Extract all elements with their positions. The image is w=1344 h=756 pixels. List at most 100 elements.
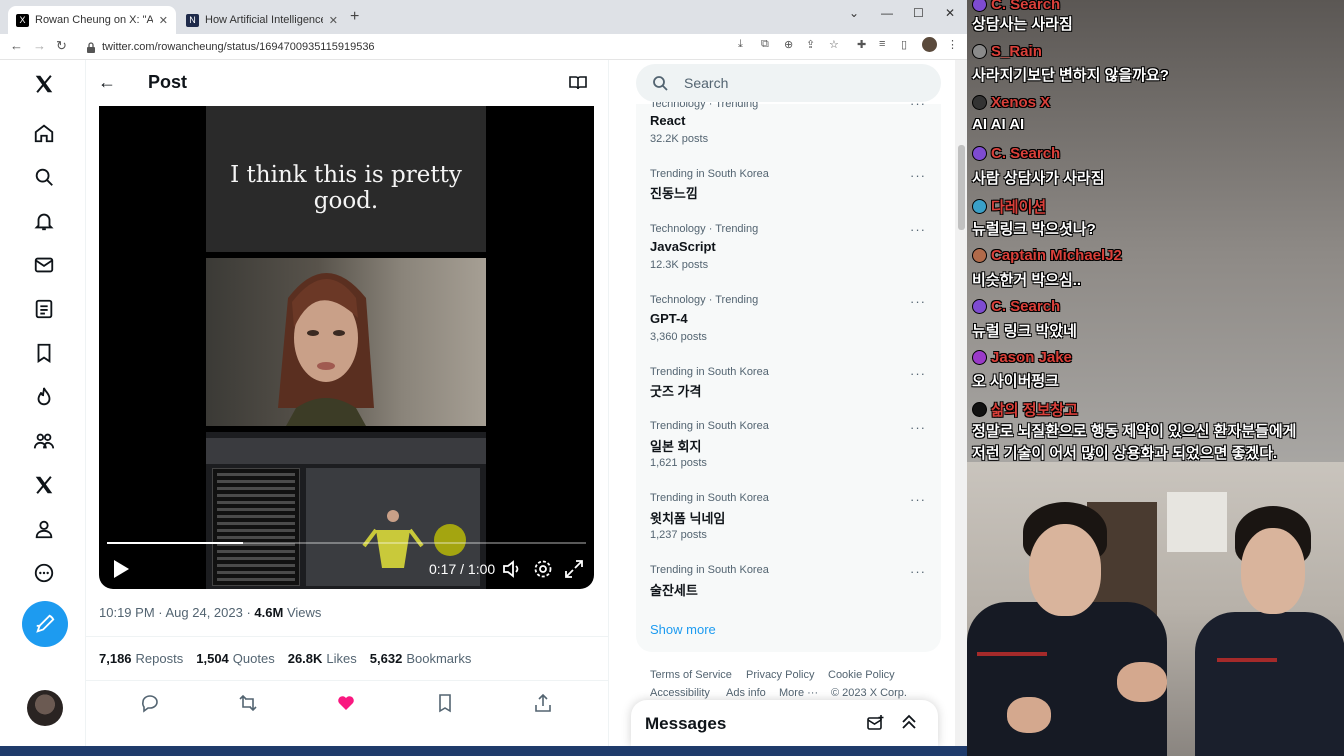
new-tab-button[interactable]: +: [350, 8, 359, 26]
profile-icon[interactable]: [32, 517, 56, 541]
tab-search-icon[interactable]: ⌄: [849, 6, 859, 20]
video-player[interactable]: I think this is pretty good. 0:17 / 1:00: [99, 106, 594, 589]
bookmarks-stat[interactable]: 5,632 Bookmarks: [370, 651, 472, 666]
maximize-button[interactable]: ☐: [913, 6, 924, 20]
back-icon[interactable]: ←: [10, 38, 23, 53]
editor-log-panel: [212, 468, 300, 586]
trend-category: Trending in South Korea: [650, 420, 769, 432]
close-tab-icon[interactable]: ✕: [329, 14, 338, 27]
post-time: 10:19 PM: [99, 605, 155, 620]
terms-link[interactable]: Terms of Service: [650, 669, 732, 681]
fullscreen-icon[interactable]: [563, 558, 585, 580]
trend-more-icon[interactable]: ···: [910, 366, 926, 381]
likes-stat[interactable]: 26.8K Likes: [288, 651, 357, 666]
x-logo-icon[interactable]: [32, 72, 56, 96]
volume-icon[interactable]: [501, 558, 523, 580]
close-tab-icon[interactable]: ✕: [159, 14, 168, 27]
notifications-icon[interactable]: [32, 209, 56, 233]
trend-category: Technology · Trending: [650, 223, 759, 235]
ads-info-link[interactable]: Ads info: [726, 687, 766, 699]
minimize-button[interactable]: —: [881, 6, 893, 20]
compose-post-button[interactable]: [22, 601, 68, 647]
trend-more-icon[interactable]: ···: [910, 420, 926, 435]
communities-icon[interactable]: [32, 429, 56, 453]
trend-count: 32.2K posts: [650, 133, 709, 145]
chat-message: 저런 기술이 어서 많이 상용화과 되었으면 좋겠다.: [972, 445, 1278, 462]
user-badge-icon: [972, 0, 987, 12]
avatar-face-frame: [206, 258, 486, 426]
browser-menu-icon[interactable]: ⋮: [947, 38, 958, 51]
install-icon[interactable]: ⤓: [738, 38, 743, 51]
like-heart-icon[interactable]: [336, 693, 356, 713]
webcam-feed: [967, 462, 1344, 756]
reload-icon[interactable]: ↻: [56, 38, 67, 54]
reader-mode-icon[interactable]: [568, 74, 588, 92]
premium-icon[interactable]: [32, 473, 56, 497]
trend-count: 3,360 posts: [650, 331, 707, 343]
trend-name: 윗치폼 닉네임: [650, 511, 726, 526]
extensions-icon[interactable]: ✚: [857, 38, 866, 51]
url-field[interactable]: twitter.com/rowancheung/status/169470093…: [80, 37, 960, 57]
bookmark-icon[interactable]: [435, 693, 455, 713]
messages-icon[interactable]: [32, 253, 56, 277]
trend-more-icon[interactable]: ···: [910, 168, 926, 183]
reposts-stat[interactable]: 7,186 Reposts: [99, 651, 183, 666]
zoom-icon[interactable]: ⊕: [784, 38, 793, 51]
tab-ai-article[interactable]: N How Artificial Intelligence Gave ✕: [178, 6, 346, 34]
lock-icon: [87, 41, 95, 53]
more-icon[interactable]: [32, 561, 56, 585]
search-input[interactable]: [636, 64, 941, 102]
trend-more-icon[interactable]: ···: [910, 564, 926, 579]
chat-username: C. Search: [972, 0, 1060, 13]
copyright: © 2023 X Corp.: [831, 687, 907, 699]
video-progress-bar[interactable]: [107, 542, 586, 544]
media-icon[interactable]: ≡: [879, 38, 885, 50]
messages-drawer[interactable]: Messages: [631, 700, 938, 746]
column-divider: [85, 60, 86, 746]
profile-avatar-icon[interactable]: [922, 37, 937, 52]
share-icon[interactable]: ⇪: [806, 38, 815, 51]
accessibility-link[interactable]: Accessibility: [650, 687, 710, 699]
translate-icon[interactable]: ⧉: [761, 38, 769, 51]
trend-category: Trending in South Korea: [650, 366, 769, 378]
side-panel-icon[interactable]: ▯: [901, 38, 907, 51]
play-icon[interactable]: [111, 558, 131, 580]
quotes-stat[interactable]: 1,504 Quotes: [196, 651, 274, 666]
compose-feather-icon: [36, 614, 55, 633]
video-time: 0:17 / 1:00: [429, 561, 496, 577]
expand-up-icon[interactable]: [901, 712, 917, 732]
explore-icon[interactable]: [32, 165, 56, 189]
home-icon[interactable]: [32, 121, 56, 145]
cookie-link[interactable]: Cookie Policy: [828, 669, 895, 681]
chat-message: 사람 상담사가 사라짐: [972, 170, 1105, 187]
lists-icon[interactable]: [32, 297, 56, 321]
show-more-link[interactable]: Show more: [650, 622, 716, 637]
person-left-hand: [1117, 662, 1167, 702]
bookmarks-icon[interactable]: [32, 341, 56, 365]
chat-username: 삶의 정보창고: [972, 399, 1078, 420]
tab-rowan-cheung[interactable]: X Rowan Cheung on X: "AI contin ✕: [8, 6, 176, 34]
close-window-button[interactable]: ✕: [945, 6, 955, 20]
more-link[interactable]: More ···: [779, 687, 818, 699]
forward-icon[interactable]: →: [33, 38, 46, 53]
jacket-stripe: [1217, 658, 1277, 662]
video-caption-frame: I think this is pretty good.: [206, 106, 486, 252]
privacy-link[interactable]: Privacy Policy: [746, 669, 814, 681]
x-favicon-icon: X: [16, 13, 29, 27]
repost-icon[interactable]: [238, 693, 258, 713]
trend-more-icon[interactable]: ···: [910, 222, 926, 237]
post-stats: 7,186 Reposts 1,504 Quotes 26.8K Likes 5,63…: [99, 651, 471, 666]
back-arrow-icon[interactable]: ←: [98, 72, 116, 93]
bookmark-star-icon[interactable]: ☆: [829, 38, 839, 51]
trending-icon[interactable]: [32, 385, 56, 409]
reply-icon[interactable]: [140, 693, 160, 713]
tab-title: Rowan Cheung on X: "AI contin: [35, 14, 153, 26]
share-upload-icon[interactable]: [533, 693, 553, 713]
account-avatar[interactable]: [27, 690, 63, 726]
trend-more-icon[interactable]: ···: [910, 294, 926, 309]
trend-more-icon[interactable]: ···: [910, 492, 926, 507]
new-message-icon[interactable]: [867, 714, 885, 732]
video-progress-fill: [107, 542, 243, 544]
scrollbar-thumb[interactable]: [958, 145, 965, 230]
settings-gear-icon[interactable]: [532, 558, 554, 580]
